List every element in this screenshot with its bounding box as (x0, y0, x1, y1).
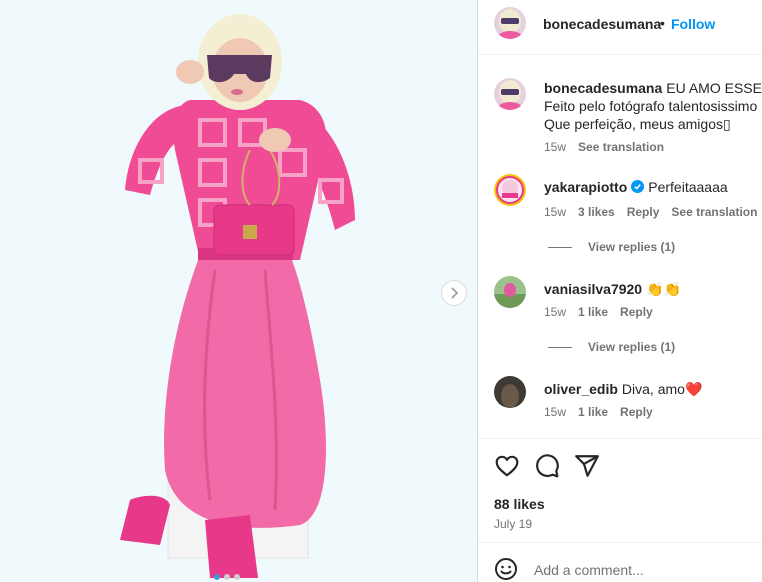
caption-text-line1: EU AMO ESSE EN (666, 80, 762, 96)
view-replies-button[interactable]: View replies (1) (548, 340, 675, 354)
chevron-right-icon (451, 287, 459, 299)
avatar[interactable] (494, 376, 526, 408)
follow-button[interactable]: Follow (671, 16, 715, 32)
carousel-dot (214, 574, 220, 580)
add-comment-bar: Add a comment... (478, 542, 762, 582)
carousel-dot (224, 574, 230, 580)
caption-text-line2: Feito pelo fotógrafo talentosissimo (544, 98, 758, 114)
comment-likes[interactable]: 1 like (578, 405, 608, 419)
carousel-next-button[interactable] (441, 280, 467, 306)
carousel-indicator (214, 574, 240, 580)
post-date: July 19 (494, 517, 533, 531)
view-replies-label: View replies (1) (588, 240, 676, 254)
caption-text-line3: Que perfeição, meus amigos▯ (544, 116, 731, 132)
comment-username[interactable]: oliver_edib (544, 381, 618, 397)
reply-button[interactable]: Reply (627, 205, 660, 219)
post-header: bonecadesumana • Follow (478, 0, 762, 55)
avatar[interactable] (494, 78, 526, 110)
reply-button[interactable]: Reply (620, 405, 653, 419)
see-translation-link[interactable]: See translation (578, 140, 664, 154)
post-author-username[interactable]: bonecadesumana (543, 16, 661, 32)
emoji-icon[interactable] (494, 557, 518, 581)
heart-icon[interactable] (494, 453, 520, 479)
avatar[interactable] (494, 276, 526, 308)
separator-dot: • (660, 15, 665, 31)
comment-likes[interactable]: 3 likes (578, 205, 615, 219)
send-icon[interactable] (574, 453, 600, 479)
comment-text: 👏👏 (646, 281, 681, 297)
divider-line (548, 346, 572, 348)
avatar[interactable] (494, 7, 526, 39)
see-translation-link[interactable]: See translation (671, 205, 757, 219)
likes-count[interactable]: 88 likes (494, 496, 545, 512)
view-replies-label: View replies (1) (588, 340, 676, 354)
comment-likes[interactable]: 1 like (578, 305, 608, 319)
comment-time: 15w (544, 205, 567, 219)
comment-time: 15w (544, 140, 567, 154)
comment-username[interactable]: vaniasilva7920 (544, 281, 642, 297)
comment-time: 15w (544, 405, 567, 419)
comment-text: Perfeitaaaaa (648, 179, 728, 195)
post-photo (120, 14, 355, 578)
carousel-dot (234, 574, 240, 580)
view-replies-button[interactable]: View replies (1) (548, 240, 675, 254)
avatar[interactable] (494, 174, 526, 206)
comment-username[interactable]: yakarapiotto (544, 179, 627, 195)
verified-badge-icon (631, 180, 645, 193)
comment-input[interactable]: Add a comment... (534, 562, 644, 578)
divider-line (548, 246, 572, 248)
post-actions: 88 likes July 19 (478, 438, 762, 542)
reply-button[interactable]: Reply (620, 305, 653, 319)
post-details-panel: bonecadesumana • Follow bonecadesumana EU… (477, 0, 762, 582)
comment-text: Diva, amo❤️ (621, 381, 703, 397)
comments-list[interactable]: bonecadesumanaEU AMO ESSE EN Feito pelo … (478, 56, 762, 438)
comment-time: 15w (544, 305, 567, 319)
comment-icon[interactable] (534, 453, 560, 479)
caption-username[interactable]: bonecadesumana (544, 80, 662, 96)
post-media[interactable] (0, 0, 477, 582)
